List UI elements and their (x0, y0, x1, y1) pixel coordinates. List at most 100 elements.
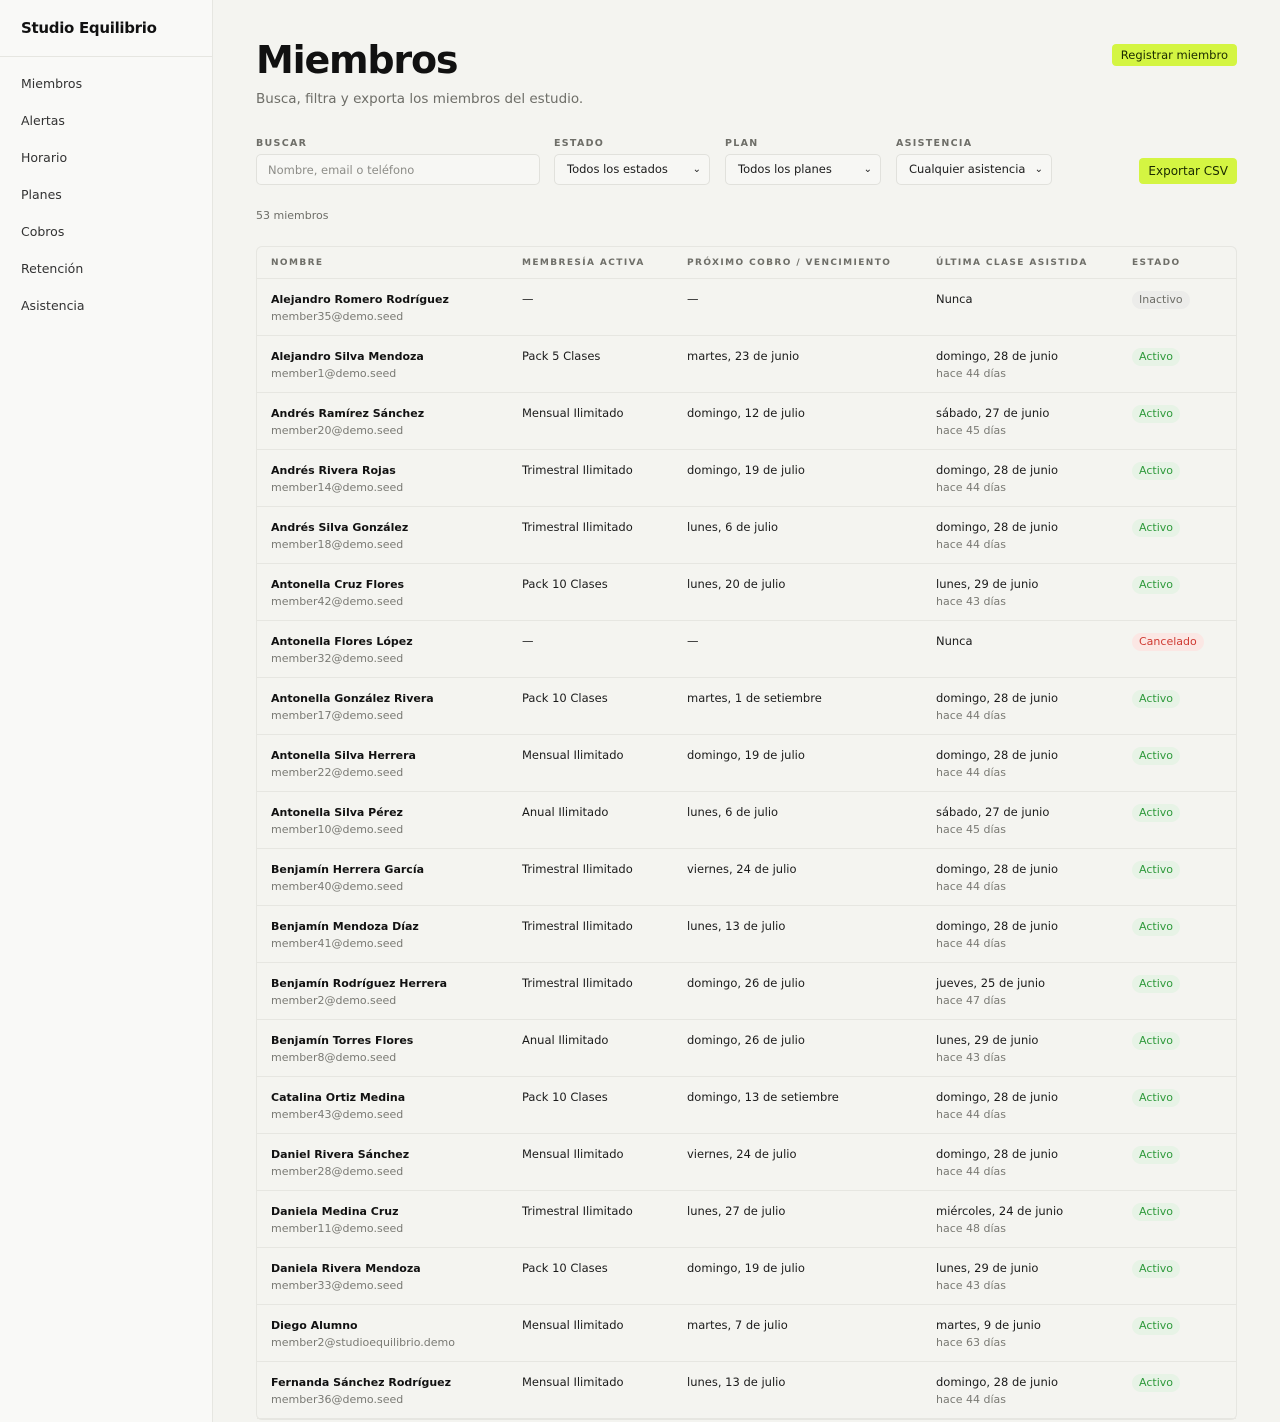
table-row[interactable]: Andrés Silva González member18@demo.seed T… (257, 507, 1236, 564)
status-cell: Activo (1132, 1317, 1180, 1335)
app-brand: Studio Equilibrio (0, 0, 212, 57)
member-cell: Fernanda Sánchez Rodríguez member36@demo.… (271, 1375, 451, 1406)
sidebar-item-retencion[interactable]: Retención (0, 250, 212, 287)
last-class-cell: jueves, 25 de junio hace 47 días (936, 976, 1045, 1007)
member-email: member11@demo.seed (271, 1222, 404, 1235)
member-name[interactable]: Catalina Ortiz Medina (271, 1091, 405, 1104)
table-row[interactable]: Antonella Flores López member32@demo.seed… (257, 621, 1236, 678)
status-badge: Activo (1132, 918, 1180, 936)
last-class-cell: lunes, 29 de junio hace 43 días (936, 1033, 1038, 1064)
table-row[interactable]: Diego Alumno member2@studioequilibrio.dem… (257, 1305, 1236, 1362)
column-header-plan: MEMBRESÍA ACTIVA (522, 258, 645, 268)
table-row[interactable]: Alejandro Romero Rodríguez member35@demo.… (257, 279, 1236, 336)
member-name[interactable]: Benjamín Mendoza Díaz (271, 920, 419, 933)
member-email: member2@demo.seed (271, 994, 397, 1007)
member-email: member42@demo.seed (271, 595, 404, 608)
next-charge-date: — (687, 634, 699, 648)
last-class-cell: sábado, 27 de junio hace 45 días (936, 805, 1049, 836)
table-row[interactable]: Antonella Cruz Flores member42@demo.seed P… (257, 564, 1236, 621)
member-cell: Benjamín Mendoza Díaz member41@demo.seed (271, 919, 419, 950)
member-cell: Daniela Medina Cruz member11@demo.seed (271, 1204, 403, 1235)
page-subtitle: Busca, filtra y exporta los miembros del… (256, 91, 584, 107)
table-row[interactable]: Benjamín Mendoza Díaz member41@demo.seed T… (257, 906, 1236, 963)
member-name[interactable]: Alejandro Silva Mendoza (271, 350, 424, 363)
table-row[interactable]: Benjamín Rodríguez Herrera member2@demo.s… (257, 963, 1236, 1020)
membership-plan: Pack 5 Clases (522, 349, 601, 363)
status-badge: Activo (1132, 1203, 1180, 1221)
table-row[interactable]: Benjamín Herrera García member40@demo.see… (257, 849, 1236, 906)
member-name[interactable]: Antonella Cruz Flores (271, 578, 404, 591)
member-email: member22@demo.seed (271, 766, 404, 779)
plan-filter-label: PLAN (725, 138, 759, 149)
last-class-cell: sábado, 27 de junio hace 45 días (936, 406, 1049, 437)
membership-plan: Mensual Ilimitado (522, 1147, 624, 1161)
table-row[interactable]: Antonella Silva Pérez member10@demo.seed A… (257, 792, 1236, 849)
last-class-date: miércoles, 24 de junio (936, 1204, 1064, 1218)
sidebar-item-asistencia[interactable]: Asistencia (0, 287, 212, 324)
next-charge-date: — (687, 292, 699, 306)
next-charge-date: viernes, 24 de julio (687, 862, 797, 876)
last-class-cell: Nunca (936, 634, 973, 652)
table-row[interactable]: Daniel Rivera Sánchez member28@demo.seed M… (257, 1134, 1236, 1191)
table-row[interactable]: Benjamín Torres Flores member8@demo.seed A… (257, 1020, 1236, 1077)
table-header: NOMBRE MEMBRESÍA ACTIVA PRÓXIMO COBRO / … (257, 247, 1236, 279)
table-row[interactable]: Catalina Ortiz Medina member43@demo.seed P… (257, 1077, 1236, 1134)
next-charge-date: lunes, 13 de julio (687, 919, 786, 933)
sidebar-item-miembros[interactable]: Miembros (0, 65, 212, 102)
last-class-ago: hace 44 días (936, 709, 1007, 722)
export-csv-button[interactable]: Exportar CSV (1139, 158, 1237, 184)
table-body: Alejandro Romero Rodríguez member35@demo.… (257, 279, 1236, 1419)
sidebar-item-alertas[interactable]: Alertas (0, 102, 212, 139)
member-name[interactable]: Antonella Flores López (271, 635, 413, 648)
last-class-cell: domingo, 28 de junio hace 44 días (936, 1147, 1058, 1178)
table-row[interactable]: Antonella González Rivera member17@demo.s… (257, 678, 1236, 735)
table-row[interactable]: Alejandro Silva Mendoza member1@demo.seed… (257, 336, 1236, 393)
next-charge-date: lunes, 27 de julio (687, 1204, 786, 1218)
membership-plan: Mensual Ilimitado (522, 406, 624, 420)
member-name[interactable]: Antonella Silva Pérez (271, 806, 403, 819)
register-member-button[interactable]: Registrar miembro (1111, 44, 1237, 66)
last-class-ago: hace 43 días (936, 1051, 1007, 1064)
member-name[interactable]: Daniela Rivera Mendoza (271, 1262, 421, 1275)
sidebar-item-cobros[interactable]: Cobros (0, 213, 212, 250)
member-name[interactable]: Diego Alumno (271, 1319, 358, 1332)
membership-plan: Trimestral Ilimitado (522, 520, 633, 534)
last-class-ago: hace 63 días (936, 1336, 1007, 1349)
member-name[interactable]: Andrés Silva González (271, 521, 408, 534)
member-name[interactable]: Daniela Medina Cruz (271, 1205, 399, 1218)
status-badge: Activo (1132, 747, 1180, 765)
sidebar-item-planes[interactable]: Planes (0, 176, 212, 213)
member-name[interactable]: Andrés Ramírez Sánchez (271, 407, 424, 420)
member-name[interactable]: Alejandro Romero Rodríguez (271, 293, 449, 306)
attendance-filter-select[interactable]: Cualquier asistencia ⌄ (896, 154, 1052, 185)
member-name[interactable]: Antonella Silva Herrera (271, 749, 416, 762)
member-name[interactable]: Benjamín Rodríguez Herrera (271, 977, 447, 990)
status-badge: Activo (1132, 1374, 1180, 1392)
table-row[interactable]: Daniela Rivera Mendoza member33@demo.seed… (257, 1248, 1236, 1305)
last-class-ago: hace 44 días (936, 937, 1007, 950)
status-cell: Activo (1132, 462, 1180, 480)
member-name[interactable]: Antonella González Rivera (271, 692, 434, 705)
member-email: member20@demo.seed (271, 424, 404, 437)
table-row[interactable]: Daniela Medina Cruz member11@demo.seed Tri… (257, 1191, 1236, 1248)
table-row[interactable]: Antonella Silva Herrera member22@demo.see… (257, 735, 1236, 792)
table-row[interactable]: Andrés Rivera Rojas member14@demo.seed Tri… (257, 450, 1236, 507)
membership-plan: Mensual Ilimitado (522, 1318, 624, 1332)
member-name[interactable]: Fernanda Sánchez Rodríguez (271, 1376, 451, 1389)
last-class-date: sábado, 27 de junio (936, 805, 1050, 819)
last-class-date: domingo, 28 de junio (936, 919, 1058, 933)
status-cell: Activo (1132, 1146, 1180, 1164)
member-name[interactable]: Daniel Rivera Sánchez (271, 1148, 409, 1161)
member-email: member32@demo.seed (271, 652, 404, 665)
sidebar-item-horario[interactable]: Horario (0, 139, 212, 176)
member-name[interactable]: Benjamín Herrera García (271, 863, 424, 876)
plan-filter-select[interactable]: Todos los planes ⌄ (725, 154, 881, 185)
member-name[interactable]: Benjamín Torres Flores (271, 1034, 413, 1047)
last-class-ago: hace 43 días (936, 595, 1007, 608)
last-class-cell: domingo, 28 de junio hace 44 días (936, 748, 1058, 779)
search-input[interactable] (256, 154, 540, 185)
table-row[interactable]: Fernanda Sánchez Rodríguez member36@demo.… (257, 1362, 1236, 1419)
member-name[interactable]: Andrés Rivera Rojas (271, 464, 396, 477)
table-row[interactable]: Andrés Ramírez Sánchez member20@demo.seed… (257, 393, 1236, 450)
status-filter-select[interactable]: Todos los estados ⌄ (554, 154, 710, 185)
